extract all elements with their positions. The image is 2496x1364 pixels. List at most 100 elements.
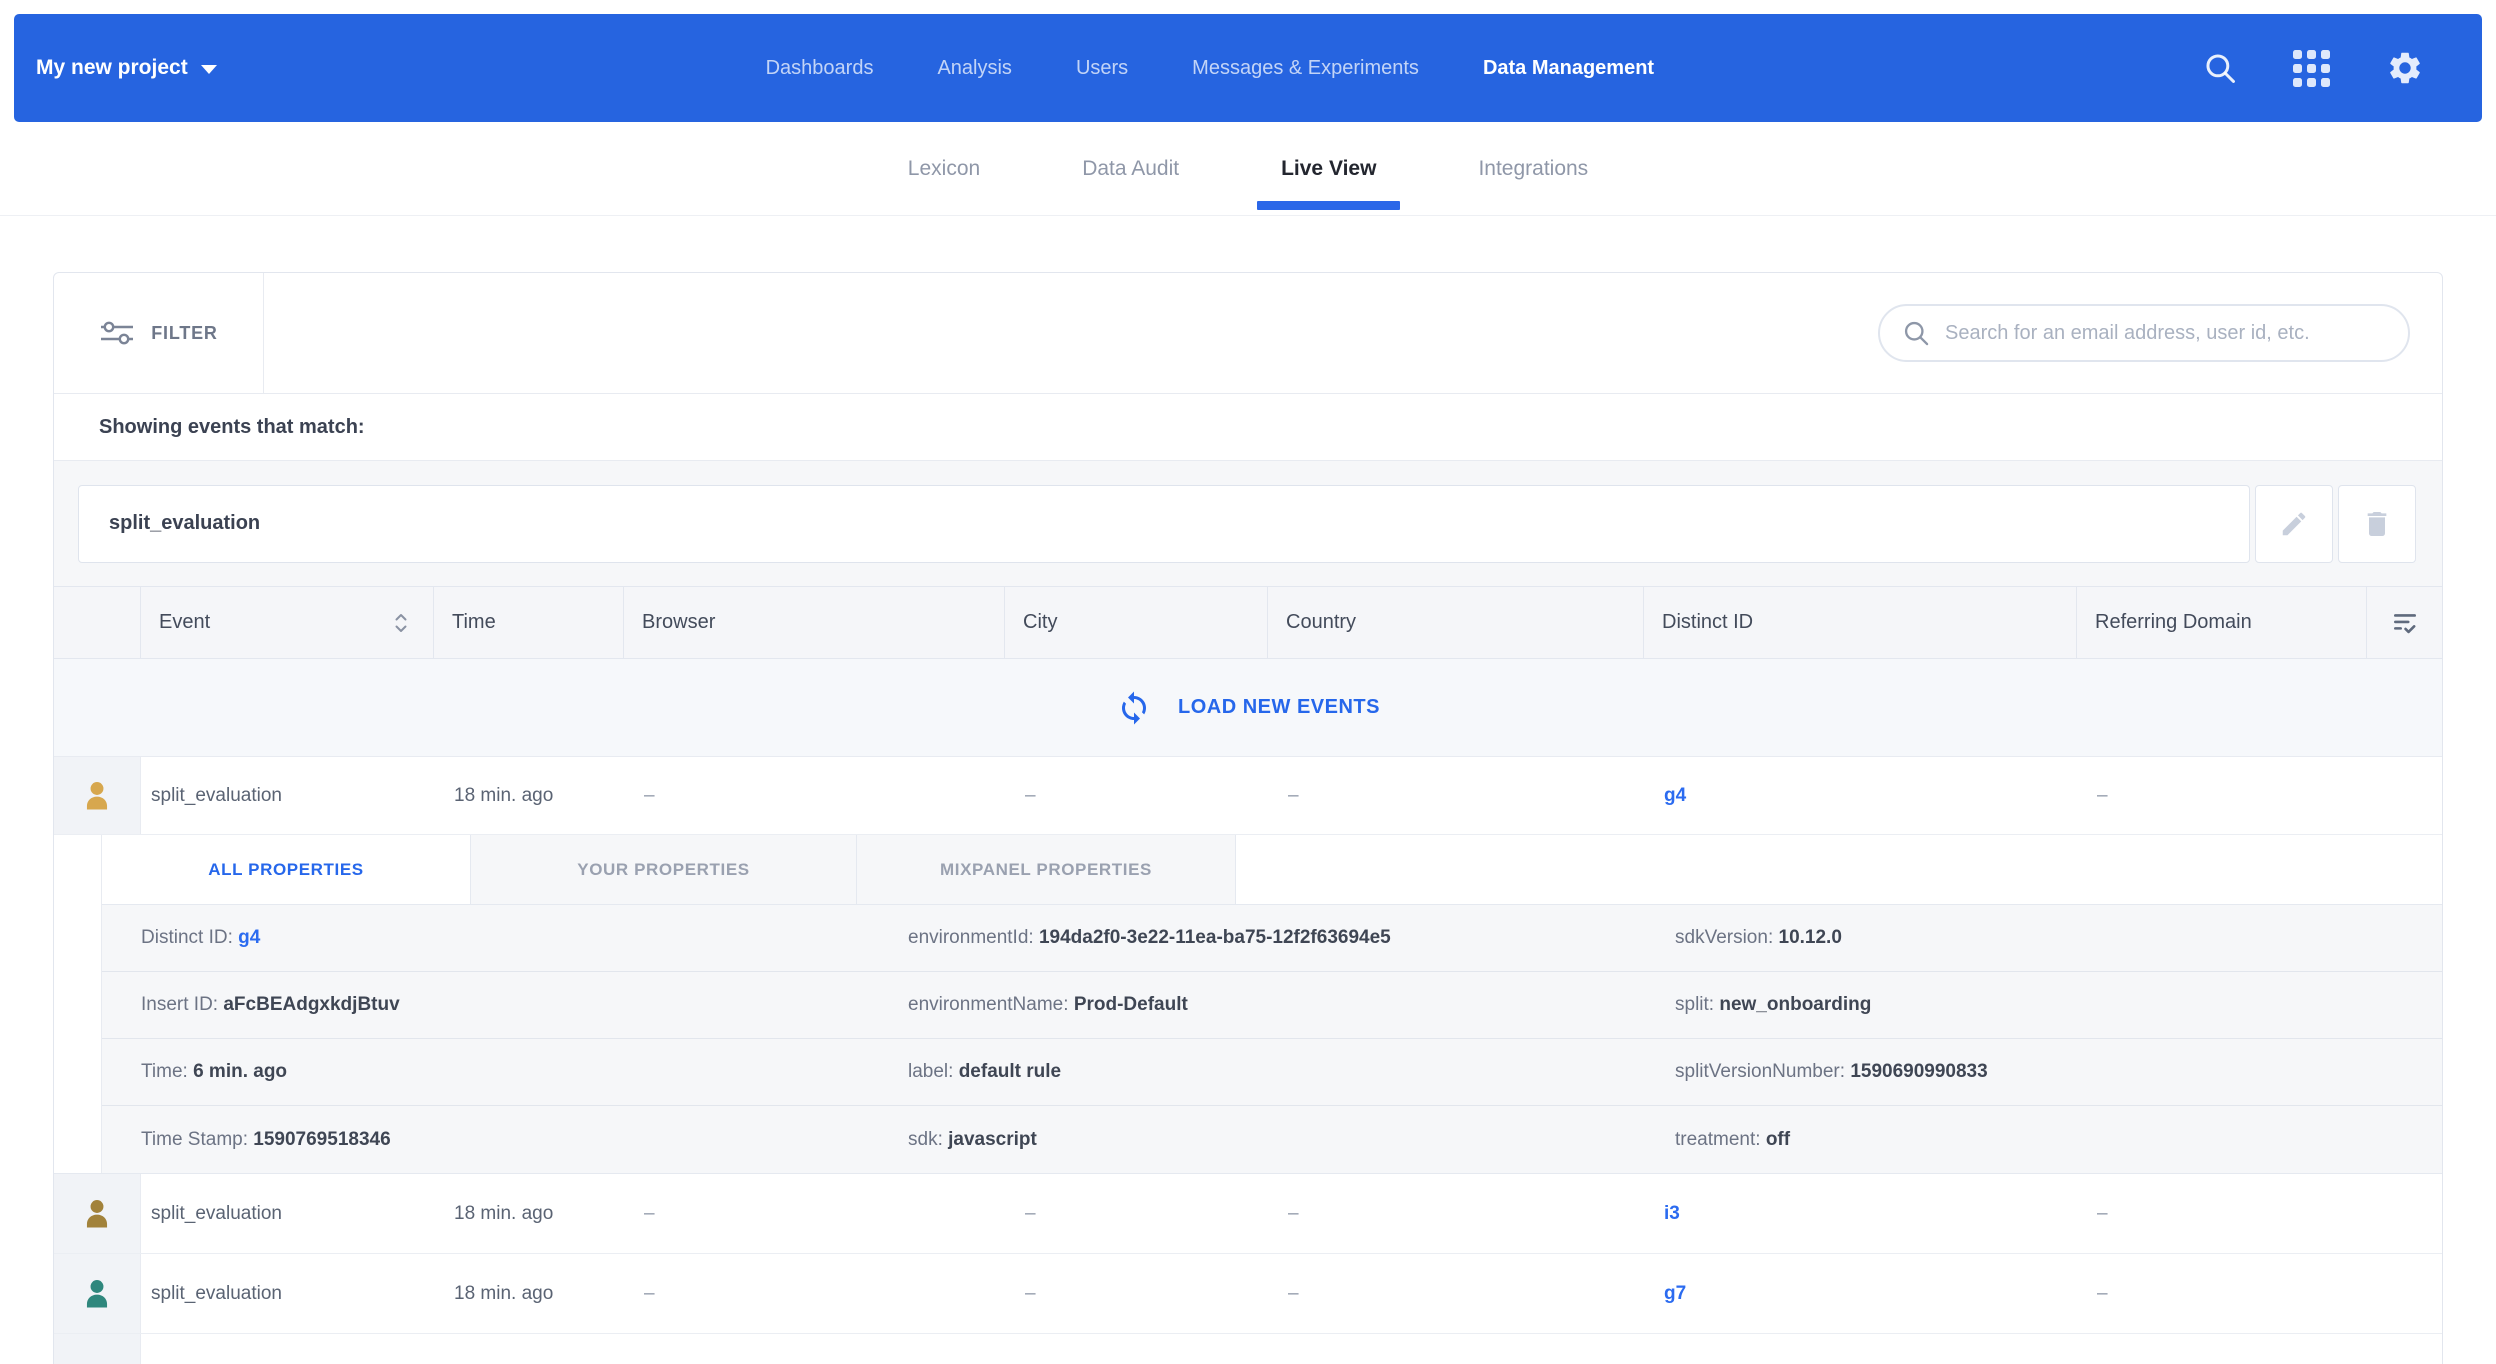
header-browser: Browser xyxy=(624,587,1005,658)
table-row[interactable]: split_evaluation 18 min. ago – – – g4 – xyxy=(54,757,2442,835)
cell-country: – xyxy=(1268,1174,1644,1253)
chevron-down-icon xyxy=(201,65,217,74)
property: sdkVersion: 10.12.0 xyxy=(1675,927,2442,949)
cell-distinct-id: g7 xyxy=(1644,1254,2077,1333)
header-column-settings[interactable] xyxy=(2367,587,2442,658)
detail-main: ALL PROPERTIES YOUR PROPERTIES MIXPANEL … xyxy=(102,835,2442,1173)
event-filter-chip[interactable]: split_evaluation xyxy=(78,485,2250,563)
sort-icon[interactable] xyxy=(393,611,409,635)
event-filter-chip-label: split_evaluation xyxy=(109,512,260,535)
load-new-events-label: LOAD NEW EVENTS xyxy=(1178,696,1380,719)
filter-chip-band: split_evaluation xyxy=(54,460,2442,586)
delete-filter-button[interactable] xyxy=(2338,485,2416,563)
property: split: new_onboarding xyxy=(1675,994,2442,1016)
header-avatar-column xyxy=(54,587,141,658)
trash-icon xyxy=(2361,508,2393,540)
showing-row: Showing events that match: xyxy=(54,393,2442,460)
property: sdk: javascript xyxy=(908,1129,1675,1151)
header-time: Time xyxy=(434,587,624,658)
property: splitVersionNumber: 1590690990833 xyxy=(1675,1061,2442,1083)
search-pill xyxy=(1878,304,2410,362)
cell-time: 18 min. ago xyxy=(434,757,624,834)
property-row: Time: 6 min. ago label: default rule spl… xyxy=(102,1039,2442,1106)
property-row: Distinct ID: g4 environmentId: 194da2f0-… xyxy=(102,905,2442,972)
distinct-id-link[interactable]: i3 xyxy=(1664,1203,1680,1225)
cell-config-spacer xyxy=(2367,757,2442,834)
property: label: default rule xyxy=(908,1061,1675,1083)
gear-icon[interactable] xyxy=(2386,49,2424,87)
avatar xyxy=(54,757,141,834)
filter-button[interactable]: FILTER xyxy=(54,273,264,393)
tab-your-properties[interactable]: YOUR PROPERTIES xyxy=(471,835,857,904)
pencil-icon xyxy=(2279,509,2309,539)
screen: My new project Dashboards Analysis Users… xyxy=(0,0,2496,1364)
load-new-events-button[interactable]: LOAD NEW EVENTS xyxy=(54,659,2442,757)
tab-all-properties[interactable]: ALL PROPERTIES xyxy=(102,835,471,904)
table-header: Event Time Browser City Country Distinct… xyxy=(54,586,2442,659)
property: environmentId: 194da2f0-3e22-11ea-ba75-1… xyxy=(908,927,1675,949)
cell-browser: – xyxy=(624,1174,1005,1253)
cell-event: split_evaluation xyxy=(141,1254,434,1333)
nav-item-messages-experiments[interactable]: Messages & Experiments xyxy=(1192,57,1419,80)
cell-referring-domain: – xyxy=(2077,1254,2367,1333)
property-row: Insert ID: aFcBEAdgxkdjBtuv environmentN… xyxy=(102,972,2442,1039)
table-row[interactable]: split_evaluation 18 min. ago – – – i3 – xyxy=(54,1174,2442,1254)
tab-mixpanel-properties[interactable]: MIXPANEL PROPERTIES xyxy=(857,835,1236,904)
distinct-id-link[interactable]: g7 xyxy=(1664,1283,1686,1305)
cell-distinct-id: i3 xyxy=(1644,1174,2077,1253)
header-referring-domain: Referring Domain xyxy=(2077,587,2367,658)
cell-event: split_evaluation xyxy=(141,1174,434,1253)
property-row: Time Stamp: 1590769518346 sdk: javascrip… xyxy=(102,1106,2442,1173)
header-city: City xyxy=(1005,587,1268,658)
cell-city: – xyxy=(1005,757,1268,834)
distinct-id-link[interactable]: g4 xyxy=(1664,785,1686,807)
project-switcher[interactable]: My new project xyxy=(36,56,217,80)
search-icon[interactable] xyxy=(2203,51,2237,85)
cell-browser: – xyxy=(624,757,1005,834)
tab-lexicon[interactable]: Lexicon xyxy=(884,122,1004,215)
person-icon xyxy=(79,778,115,814)
filter-sliders-icon xyxy=(99,320,135,346)
nav-item-data-management[interactable]: Data Management xyxy=(1483,57,1654,80)
search-input[interactable] xyxy=(1945,322,2386,345)
apps-grid-icon[interactable] xyxy=(2293,50,2330,87)
property: Time Stamp: 1590769518346 xyxy=(141,1129,908,1151)
filter-button-label: FILTER xyxy=(151,323,217,344)
subnav: Lexicon Data Audit Live View Integration… xyxy=(0,122,2496,216)
main-content: FILTER Showing events that match: split_… xyxy=(0,216,2496,1364)
cell-country: – xyxy=(1268,1254,1644,1333)
cell-config-spacer xyxy=(2367,1254,2442,1333)
person-icon xyxy=(79,1196,115,1232)
nav-item-analysis[interactable]: Analysis xyxy=(937,57,1011,80)
table-row[interactable]: split_evaluation 18 min. ago – – – g7 – xyxy=(54,1254,2442,1334)
cell-distinct-id: g4 xyxy=(1644,757,2077,834)
property: Distinct ID: g4 xyxy=(141,927,908,949)
topbar: My new project Dashboards Analysis Users… xyxy=(14,14,2482,122)
nav-item-dashboards[interactable]: Dashboards xyxy=(766,57,874,80)
edit-filter-button[interactable] xyxy=(2255,485,2333,563)
cell-time: 18 min. ago xyxy=(434,1174,624,1253)
header-distinct-id: Distinct ID xyxy=(1644,587,2077,658)
cell-referring-domain: – xyxy=(2077,757,2367,834)
header-event-label: Event xyxy=(159,611,210,634)
cell-event: split_evaluation xyxy=(141,757,434,834)
table-row-partial[interactable] xyxy=(54,1334,2442,1364)
distinct-id-link[interactable]: g4 xyxy=(238,927,260,948)
cell-time: 18 min. ago xyxy=(434,1254,624,1333)
avatar xyxy=(54,1174,141,1253)
search-icon xyxy=(1902,319,1930,347)
column-settings-icon xyxy=(2391,609,2419,637)
refresh-icon xyxy=(1116,690,1152,726)
cell-city: – xyxy=(1005,1254,1268,1333)
properties-list: Distinct ID: g4 environmentId: 194da2f0-… xyxy=(102,905,2442,1173)
header-country: Country xyxy=(1268,587,1644,658)
tab-live-view[interactable]: Live View xyxy=(1257,122,1400,215)
nav-item-users[interactable]: Users xyxy=(1076,57,1128,80)
tab-integrations[interactable]: Integrations xyxy=(1454,122,1612,215)
detail-left-gutter xyxy=(54,835,102,1173)
property: Time: 6 min. ago xyxy=(141,1061,908,1083)
property: environmentName: Prod-Default xyxy=(908,994,1675,1016)
live-view-card: FILTER Showing events that match: split_… xyxy=(53,272,2443,1364)
tab-data-audit[interactable]: Data Audit xyxy=(1058,122,1203,215)
header-event[interactable]: Event xyxy=(141,587,434,658)
